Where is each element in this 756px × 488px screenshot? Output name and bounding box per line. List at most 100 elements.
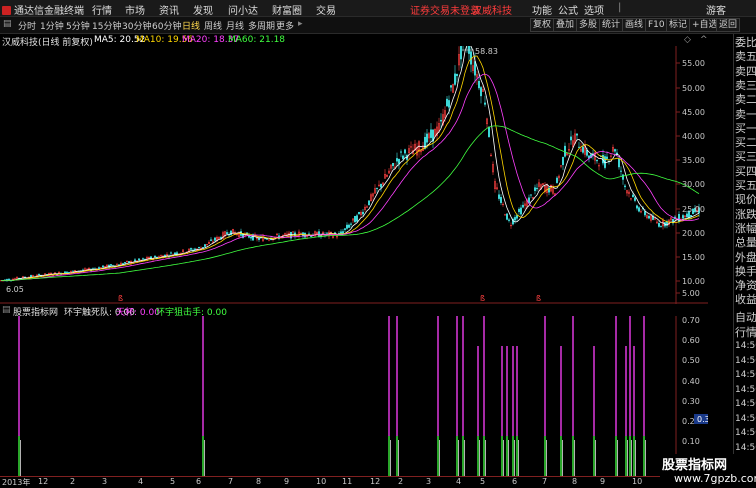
f10-button[interactable]: F10 — [645, 18, 668, 32]
candle-body — [478, 81, 481, 89]
stats-button[interactable]: 统计 — [599, 18, 624, 32]
candle-body — [203, 244, 206, 247]
back-button[interactable]: 返回 — [716, 18, 741, 32]
date-tick-label: 2 — [70, 477, 76, 486]
sidebar-item: 委比 — [735, 36, 756, 49]
price-tick-label: 25.00 — [682, 205, 705, 214]
indicator-tick-label: 0.50 — [682, 356, 700, 365]
period-daily[interactable]: 日线 — [182, 19, 200, 32]
login-status[interactable]: 证券交易未登录 — [410, 2, 480, 17]
candle-body — [660, 226, 663, 228]
date-tick-label: 11 — [342, 477, 353, 486]
period-5min[interactable]: 5分钟 — [66, 19, 90, 32]
indicator-tick-label: 0.10 — [682, 437, 700, 446]
candle-body — [137, 258, 140, 261]
candle-body — [362, 211, 365, 215]
current-stock: 汉威科技 — [472, 6, 512, 17]
indicator-axis: 0.700.600.500.400.300.200.10 — [682, 316, 700, 446]
indicator-info-line: ▤ 股票指标网 环宇触死队: 0.00 天杯: 0.00 环宇狙击手: 0.00 — [0, 305, 708, 318]
collapse-icon[interactable]: ^ — [700, 35, 708, 45]
candle-body — [682, 215, 685, 219]
ma10-line — [1, 55, 700, 281]
candle-body — [596, 159, 599, 162]
multi-stock-button[interactable]: 多股 — [576, 18, 601, 32]
candle-body — [508, 219, 511, 221]
sidebar-item: 外盘 — [735, 250, 756, 264]
adjust-button[interactable]: 复权 — [530, 18, 555, 32]
sidebar-item: 净资 — [735, 279, 756, 293]
candle-body — [344, 228, 347, 230]
price-tick-label: 30.00 — [682, 180, 705, 189]
menu-bar: 通达信金融终端 行情 市场 资讯 发现 问小达 财富圈 交易 证券交易未登录 汉… — [0, 0, 756, 17]
sidebar-item: 买五 — [735, 179, 756, 192]
menu-discover[interactable]: 发现 — [193, 2, 213, 17]
period-monthly[interactable]: 月线 — [226, 19, 244, 32]
price-tick-label: 15.00 — [682, 253, 705, 262]
period-weekly[interactable]: 周线 — [204, 19, 222, 32]
candlestick-chart[interactable]: 55.00 50.00 45.00 40.00 35.00 30.00 25.00 20.00… — [0, 46, 708, 304]
candle-body — [570, 136, 573, 141]
candle-body — [346, 224, 349, 229]
ma20-line — [1, 73, 700, 281]
menu-options[interactable]: 选项 — [584, 2, 604, 17]
candle-body — [264, 238, 267, 240]
date-tick-label: 10 — [316, 477, 327, 486]
date-tick-label: 3 — [102, 477, 108, 486]
candle-body — [582, 146, 585, 153]
period-intraday[interactable]: 分时 — [18, 19, 36, 32]
date-tick-label: 9 — [600, 477, 606, 486]
candle-body — [564, 145, 567, 157]
overlay-button[interactable]: 叠加 — [553, 18, 578, 32]
candle-body — [454, 73, 457, 85]
menu-wealth-circle[interactable]: 财富圈 — [272, 2, 302, 17]
indicator-tick-label: 0.70 — [682, 316, 700, 325]
period-30min[interactable]: 30分钟 — [122, 19, 151, 32]
indicator-tick-label: 0.40 — [682, 377, 700, 386]
candle-body — [193, 248, 196, 250]
indicator-toggle-icon[interactable]: ▤ — [2, 305, 11, 315]
candle-body — [258, 238, 261, 240]
candle-body — [622, 174, 625, 180]
menu-trade[interactable]: 交易 — [316, 2, 336, 17]
sidebar-time-item: 自动 — [735, 311, 756, 324]
candle-body — [201, 247, 204, 249]
indicator-chart[interactable]: 0.700.600.500.400.300.200.10 0.34 — [0, 316, 708, 476]
period-1min[interactable]: 1分钟 — [40, 19, 64, 32]
candle-body — [516, 215, 519, 219]
user-label[interactable]: 游客 — [706, 2, 726, 17]
menu-formula[interactable]: 公式 — [558, 2, 578, 17]
toolbar-toggle-icon[interactable]: ▤ — [3, 19, 12, 29]
period-15min[interactable]: 15分钟 — [92, 19, 121, 32]
menu-market[interactable]: 市场 — [125, 2, 145, 17]
menu-wenxiaoda[interactable]: 问小达 — [228, 2, 258, 17]
period-multi[interactable]: 多周期 — [248, 19, 275, 32]
sidebar-item: 总量 — [735, 236, 756, 250]
candle-body — [326, 232, 329, 234]
date-tick-label: 8 — [572, 477, 578, 486]
sidebar-item: 卖二 — [735, 93, 756, 107]
settings-icon[interactable]: ◇ — [684, 35, 691, 45]
mark-button[interactable]: 标记 — [666, 18, 691, 32]
period-60min[interactable]: 60分钟 — [152, 19, 181, 32]
candle-body — [358, 212, 361, 214]
candle-body — [530, 194, 533, 196]
period-more[interactable]: 更多 — [276, 19, 294, 32]
price-tick-label: 45.00 — [682, 108, 705, 117]
candle-body — [518, 208, 521, 213]
candle-body — [398, 158, 401, 164]
candle-body — [380, 183, 383, 188]
candle-body — [101, 265, 104, 268]
draw-button[interactable]: 画线 — [622, 18, 647, 32]
menu-news[interactable]: 资讯 — [159, 2, 179, 17]
sidebar-item: 涨幅 — [735, 221, 756, 235]
menu-function[interactable]: 功能 — [532, 2, 552, 17]
indicator-tick-label: 0.60 — [682, 336, 700, 345]
candle-body — [446, 98, 449, 107]
date-tick-label: 7 — [542, 477, 548, 486]
menu-quotes[interactable]: 行情 — [92, 2, 112, 17]
event-marker: ß — [480, 294, 485, 303]
watermark: 股票指标网 www.7gpzb.com — [660, 454, 756, 487]
candle-body — [308, 233, 311, 235]
indicator-tick-label: 0.30 — [682, 397, 700, 406]
date-tick-label: 5 — [170, 477, 176, 486]
